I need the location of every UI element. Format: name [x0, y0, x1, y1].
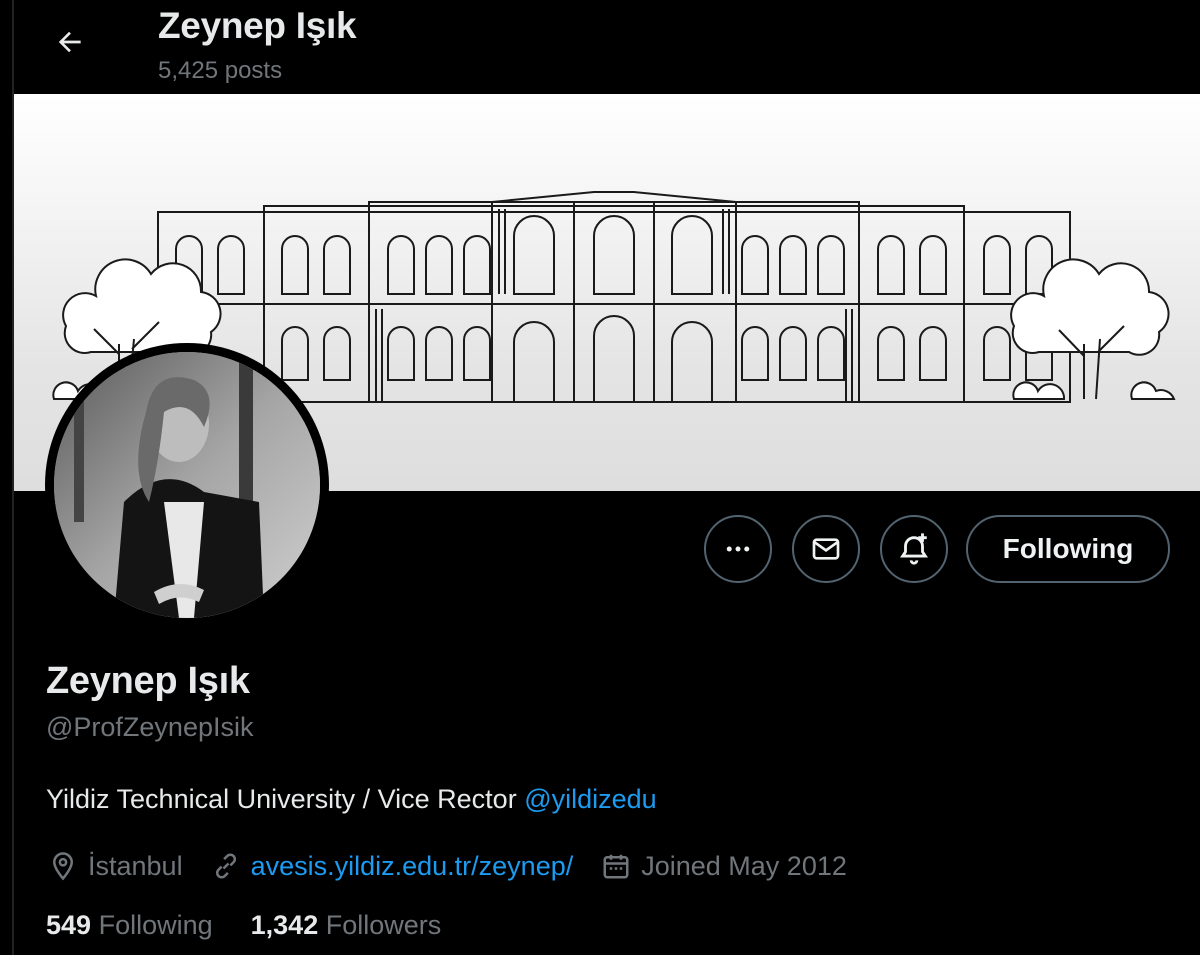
following-stat-link[interactable]: 549 Following [46, 910, 213, 941]
location-text: İstanbul [88, 850, 183, 881]
followers-stat-link[interactable]: 1,342 Followers [251, 910, 442, 941]
website-item: avesis.yildiz.edu.tr/zeynep/ [211, 851, 574, 882]
bio-text: Yildiz Technical University / Vice Recto… [46, 784, 525, 814]
website-link[interactable]: avesis.yildiz.edu.tr/zeynep/ [251, 851, 574, 882]
bell-plus-icon [900, 533, 928, 565]
more-dots-icon [726, 546, 750, 552]
profile-meta: İstanbul avesis.yildiz.edu.tr/zeynep/ Jo… [48, 846, 875, 886]
followers-count: 1,342 [250, 910, 319, 940]
notify-button[interactable] [880, 515, 948, 583]
location-item: İstanbul [48, 851, 183, 882]
header-posts-count: 5,425 posts [158, 57, 283, 84]
avatar-photo [54, 352, 320, 618]
location-pin-icon [52, 852, 74, 881]
header-profile-name: Zeynep Işık [158, 5, 357, 46]
joined-text: Joined May 2012 [641, 850, 847, 881]
profile-stats: 549 Following 1,342 Followers [46, 910, 479, 941]
followers-label: Followers [325, 910, 442, 940]
calendar-icon [603, 854, 629, 879]
avatar-portrait-image [54, 352, 320, 618]
envelope-icon [812, 538, 840, 560]
message-button[interactable] [792, 515, 860, 583]
left-sidebar-edge [0, 0, 14, 955]
following-button[interactable]: Following [966, 515, 1170, 583]
joined-item: Joined May 2012 [601, 851, 847, 882]
bio-mention-link[interactable]: @yildizedu [524, 784, 656, 814]
link-icon [215, 853, 236, 879]
back-button[interactable] [50, 22, 90, 62]
following-label: Following [98, 910, 213, 940]
profile-handle: @ProfZeynepIsik [46, 712, 254, 742]
profile-name: Zeynep Işık [46, 660, 250, 702]
more-options-button[interactable] [704, 515, 772, 583]
arrow-left-icon [58, 31, 81, 53]
profile-header-bar: Zeynep Işık 5,425 posts [14, 0, 1200, 94]
following-count: 549 [46, 910, 92, 940]
profile-bio: Yildiz Technical University / Vice Recto… [46, 784, 657, 815]
profile-avatar[interactable] [45, 343, 329, 627]
